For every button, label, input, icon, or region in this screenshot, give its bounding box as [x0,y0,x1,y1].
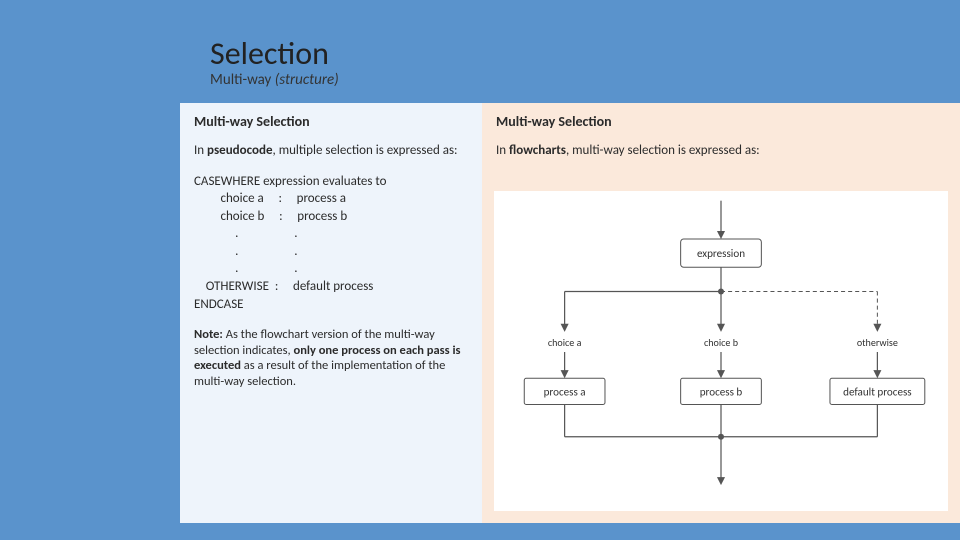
flowchart-svg: expression choice a choice b otherwise [494,191,948,511]
otherwise-label: otherwise [857,336,898,349]
pseudo-l3a: choice b [220,209,264,224]
pseudo-dot2a: . [235,244,238,259]
drop-otherwise-arrowhead-icon [873,324,881,332]
entry-arrowhead-icon [717,231,725,239]
left-heading: Multi-way Selection [194,113,466,131]
default-process-label: default process [843,384,912,398]
pseudo-dot3b: . [294,261,297,276]
pseudo-l2c: process a [297,191,346,206]
pseudo-l5b: : [275,279,278,294]
to-proc-default-arrowhead-icon [873,370,881,378]
content-columns: Multi-way Selection In pseudocode, multi… [180,103,960,523]
left-column: Multi-way Selection In pseudocode, multi… [180,103,482,523]
pseudo-dot3a: . [235,261,238,276]
page-title: Selection [210,34,960,73]
process-a-label: process a [544,384,586,398]
right-column: Multi-way Selection In flowcharts, multi… [482,103,960,523]
drop-b-arrowhead-icon [717,324,725,332]
drop-a-arrowhead-icon [561,324,569,332]
note-bold1: Note: [194,327,223,342]
pseudo-dot2b: . [294,244,297,259]
right-heading: Multi-way Selection [496,113,944,131]
to-proc-a-arrowhead-icon [561,370,569,378]
slide-header: Selection Multi-way (structure) [0,0,960,89]
subtitle-italic: (structure) [275,71,339,89]
pseudo-l3b: : [279,209,282,224]
pseudo-l2b: : [278,191,281,206]
exit-arrowhead-icon [717,477,725,485]
right-lead-prefix: In [496,143,509,158]
left-lead: In pseudocode, multiple selection is exp… [194,143,466,159]
to-proc-b-arrowhead-icon [717,370,725,378]
left-lead-bold: pseudocode [207,143,272,158]
pseudo-dot1b: . [294,226,297,241]
pseudo-l2a: choice a [220,191,263,206]
flowchart: expression choice a choice b otherwise [494,191,948,511]
subtitle-plain: Multi-way [210,71,275,89]
left-lead-suffix: , multiple selection is expressed as: [273,143,458,158]
pseudo-l5c: default process [293,279,373,294]
process-b-label: process b [700,384,743,398]
page-subtitle: Multi-way (structure) [210,71,960,89]
right-lead-suffix: , multi-way selection is expressed as: [566,143,760,158]
pseudo-end: ENDCASE [194,297,244,312]
note-block: Note: As the flowchart version of the mu… [194,327,466,390]
choice-a-label: choice a [548,336,582,349]
pseudo-l5a: OTHERWISE [206,279,269,294]
pseudo-dot1a: . [235,226,238,241]
note-t2: as a result of the implementation of the [241,358,445,373]
note-t3: multi-way selection. [194,374,296,389]
right-lead-bold: flowcharts [509,143,566,158]
pseudocode-block: CASEWHERE expression evaluates to choice… [194,173,466,313]
decision-label: expression [697,246,745,260]
pseudo-l3c: process b [297,209,347,224]
right-lead: In flowcharts, multi-way selection is ex… [496,143,944,159]
pseudo-line1: CASEWHERE expression evaluates to [194,174,387,189]
left-lead-prefix: In [194,143,207,158]
choice-b-label: choice b [704,336,738,349]
